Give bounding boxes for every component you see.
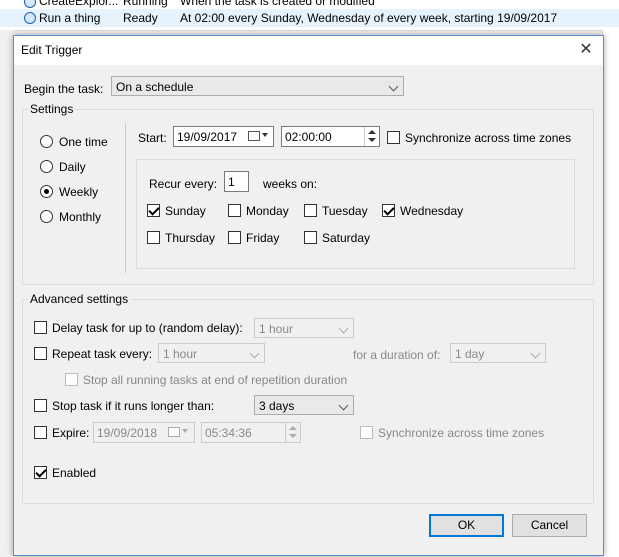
day-sunday-label: Sunday bbox=[165, 204, 206, 218]
chevron-down-icon bbox=[249, 348, 260, 359]
recur-weeks-value: 1 bbox=[228, 175, 235, 189]
repeat-task-checkbox[interactable] bbox=[34, 347, 47, 360]
stop-if-runs-label: Stop task if it runs longer than: bbox=[52, 399, 215, 413]
task-trigger: When the task is created or modified bbox=[180, 0, 375, 8]
expire-date-picker[interactable]: 19/09/2018 bbox=[93, 422, 195, 443]
radio-one-time-label: One time bbox=[59, 135, 108, 149]
enabled-label: Enabled bbox=[52, 466, 97, 480]
radio-one-time[interactable] bbox=[40, 135, 53, 148]
delay-task-checkbox[interactable] bbox=[34, 321, 47, 334]
delay-task-select[interactable]: 1 hour bbox=[254, 318, 354, 338]
time-spinner[interactable] bbox=[364, 127, 379, 146]
advanced-settings-label: Advanced settings bbox=[28, 292, 131, 306]
stop-all-checkbox[interactable] bbox=[65, 373, 78, 386]
day-saturday-checkbox[interactable] bbox=[304, 231, 317, 244]
close-icon[interactable]: ✕ bbox=[572, 38, 600, 62]
radio-daily-label: Daily bbox=[59, 160, 86, 174]
expire-time-value: 05:34:36 bbox=[205, 426, 252, 440]
expire-sync-checkbox[interactable] bbox=[360, 426, 373, 439]
chevron-down-icon bbox=[338, 323, 349, 334]
chevron-down-icon bbox=[262, 133, 268, 137]
day-sunday-checkbox[interactable] bbox=[147, 204, 160, 217]
task-status: Running bbox=[123, 0, 168, 8]
day-saturday-label: Saturday bbox=[322, 231, 371, 245]
stop-if-runs-checkbox[interactable] bbox=[34, 399, 47, 412]
day-monday-label: Monday bbox=[246, 204, 289, 218]
task-row[interactable]: Run a thing Ready At 02:00 every Sunday,… bbox=[0, 9, 619, 27]
time-spinner[interactable] bbox=[285, 423, 300, 442]
day-thursday-label: Thursday bbox=[165, 231, 216, 245]
start-date-value: 19/09/2017 bbox=[177, 130, 238, 144]
recur-label: Recur every: bbox=[149, 177, 218, 191]
duration-value: 1 day bbox=[455, 347, 485, 361]
expire-sync-label: Synchronize across time zones bbox=[378, 426, 545, 440]
stop-all-label: Stop all running tasks at end of repetit… bbox=[83, 373, 348, 387]
settings-group-label: Settings bbox=[28, 102, 76, 116]
start-time-value: 02:00:00 bbox=[285, 130, 332, 144]
day-thursday-checkbox[interactable] bbox=[147, 231, 160, 244]
weeks-on-label: weeks on: bbox=[263, 177, 318, 191]
repeat-task-select[interactable]: 1 hour bbox=[158, 343, 265, 363]
settings-divider bbox=[125, 123, 126, 273]
day-friday-label: Friday bbox=[246, 231, 280, 245]
expire-time-field[interactable]: 05:34:36 bbox=[201, 422, 301, 443]
expire-checkbox[interactable] bbox=[34, 426, 47, 439]
delay-task-value: 1 hour bbox=[259, 322, 294, 336]
cancel-button[interactable]: Cancel bbox=[512, 514, 587, 537]
background-panel bbox=[602, 30, 619, 557]
background-panel bbox=[0, 30, 14, 557]
task-status: Ready bbox=[123, 11, 158, 25]
day-wednesday-label: Wednesday bbox=[400, 204, 464, 218]
recur-weeks-input[interactable]: 1 bbox=[224, 171, 249, 192]
dialog-title: Edit Trigger bbox=[21, 43, 83, 57]
radio-monthly-label: Monthly bbox=[59, 210, 102, 224]
radio-weekly-label: Weekly bbox=[59, 185, 99, 199]
task-trigger: At 02:00 every Sunday, Wednesday of ever… bbox=[180, 11, 558, 25]
day-tuesday-label: Tuesday bbox=[322, 204, 368, 218]
duration-label: for a duration of: bbox=[353, 348, 441, 362]
task-name: CreateExplor... bbox=[39, 0, 119, 8]
radio-monthly[interactable] bbox=[40, 210, 53, 223]
chevron-down-icon bbox=[530, 348, 541, 359]
sync-timezones-checkbox[interactable] bbox=[387, 131, 400, 144]
sync-timezones-label: Synchronize across time zones bbox=[405, 131, 572, 145]
day-wednesday-checkbox[interactable] bbox=[382, 204, 395, 217]
calendar-icon bbox=[168, 427, 180, 437]
begin-task-select[interactable]: On a schedule bbox=[111, 76, 404, 96]
radio-daily[interactable] bbox=[40, 160, 53, 173]
stop-if-runs-select[interactable]: 3 days bbox=[254, 395, 354, 415]
repeat-task-value: 1 hour bbox=[163, 347, 198, 361]
repeat-task-label: Repeat task every: bbox=[52, 347, 153, 361]
title-bar: Edit Trigger ✕ bbox=[14, 36, 603, 65]
task-name: Run a thing bbox=[39, 11, 101, 25]
clock-icon bbox=[24, 12, 36, 24]
clock-icon bbox=[24, 0, 36, 8]
start-date-picker[interactable]: 19/09/2017 bbox=[173, 126, 274, 147]
duration-select[interactable]: 1 day bbox=[450, 343, 546, 363]
task-list: CreateExplor... Running When the task is… bbox=[0, 0, 619, 31]
chevron-down-icon bbox=[338, 400, 349, 411]
start-time-field[interactable]: 02:00:00 bbox=[281, 126, 380, 147]
ok-button[interactable]: OK bbox=[429, 514, 504, 537]
radio-weekly[interactable] bbox=[40, 185, 53, 198]
edit-trigger-dialog: Edit Trigger ✕ Begin the task: On a sche… bbox=[13, 35, 604, 556]
expire-label: Expire: bbox=[52, 426, 90, 440]
delay-task-label: Delay task for up to (random delay): bbox=[52, 321, 243, 335]
chevron-down-icon bbox=[388, 81, 399, 92]
begin-task-value: On a schedule bbox=[116, 80, 194, 94]
day-monday-checkbox[interactable] bbox=[228, 204, 241, 217]
stop-if-runs-value: 3 days bbox=[259, 399, 295, 413]
enabled-checkbox[interactable] bbox=[34, 466, 47, 479]
day-tuesday-checkbox[interactable] bbox=[304, 204, 317, 217]
expire-date-value: 19/09/2018 bbox=[97, 426, 158, 440]
day-friday-checkbox[interactable] bbox=[228, 231, 241, 244]
begin-task-label: Begin the task: bbox=[24, 82, 104, 96]
calendar-icon bbox=[248, 131, 260, 141]
chevron-down-icon bbox=[182, 429, 188, 433]
start-label: Start: bbox=[138, 131, 167, 145]
